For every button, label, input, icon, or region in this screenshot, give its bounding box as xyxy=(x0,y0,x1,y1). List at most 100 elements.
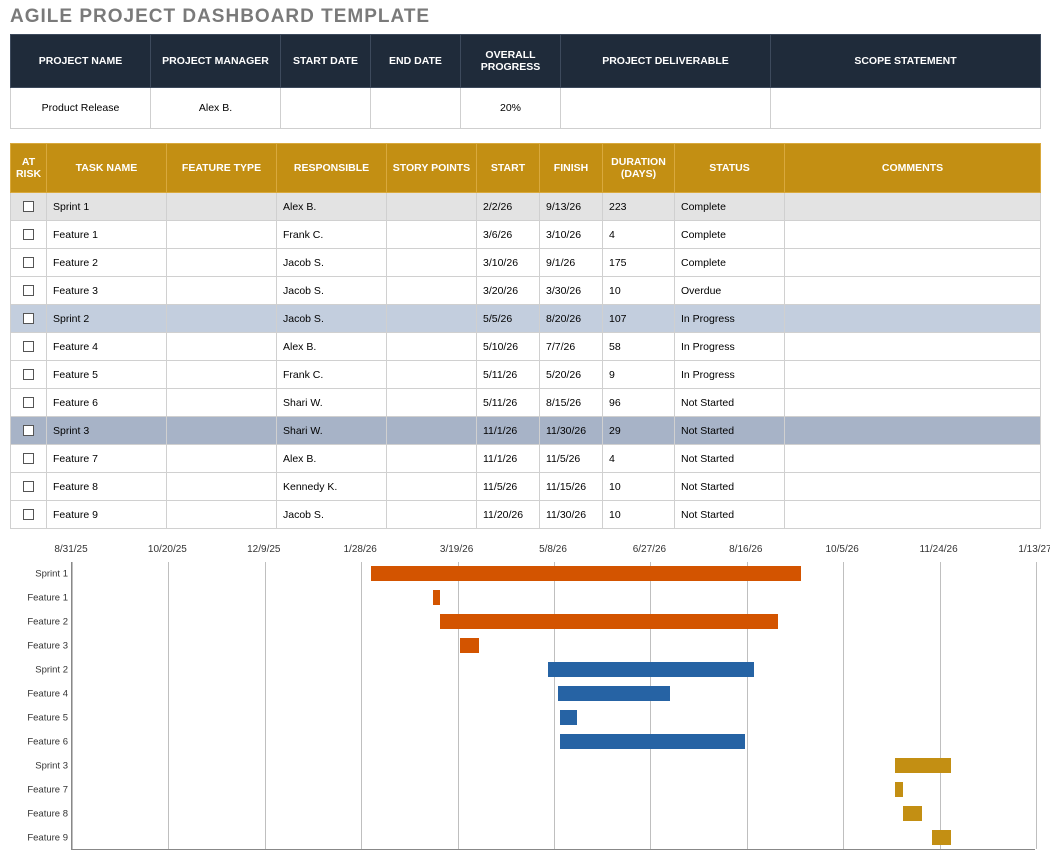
at-risk-checkbox[interactable] xyxy=(23,201,34,212)
tasks-cell xyxy=(11,193,47,221)
tasks-cell xyxy=(785,501,1041,529)
gantt-axis-tick: 10/20/25 xyxy=(148,544,187,555)
tasks-cell: Feature 6 xyxy=(47,389,167,417)
tasks-cell xyxy=(387,501,477,529)
at-risk-checkbox[interactable] xyxy=(23,313,34,324)
tasks-cell: 5/5/26 xyxy=(477,305,540,333)
tasks-cell xyxy=(11,249,47,277)
tasks-cell: 10 xyxy=(603,473,675,501)
tasks-cell: Feature 5 xyxy=(47,361,167,389)
at-risk-checkbox[interactable] xyxy=(23,453,34,464)
tasks-cell: Not Started xyxy=(675,473,785,501)
at-risk-checkbox[interactable] xyxy=(23,285,34,296)
gantt-row-label: Sprint 3 xyxy=(14,761,68,772)
gantt-row: Sprint 2 xyxy=(72,658,1035,682)
tasks-cell: 3/20/26 xyxy=(477,277,540,305)
tasks-cell: In Progress xyxy=(675,333,785,361)
gantt-row: Feature 5 xyxy=(72,706,1035,730)
summary-cell xyxy=(771,88,1041,129)
tasks-cell: 5/20/26 xyxy=(540,361,603,389)
at-risk-checkbox[interactable] xyxy=(23,369,34,380)
tasks-cell: Not Started xyxy=(675,501,785,529)
tasks-cell: 11/30/26 xyxy=(540,417,603,445)
table-row: Feature 9Jacob S.11/20/2611/30/2610Not S… xyxy=(11,501,1041,529)
tasks-cell: Feature 7 xyxy=(47,445,167,473)
tasks-cell: Jacob S. xyxy=(277,305,387,333)
gantt-row-label: Feature 2 xyxy=(14,617,68,628)
tasks-cell: Sprint 1 xyxy=(47,193,167,221)
gantt-chart: 8/31/2510/20/2512/9/251/28/263/19/265/8/… xyxy=(10,543,1040,851)
tasks-cell: Jacob S. xyxy=(277,249,387,277)
tasks-cell: 11/1/26 xyxy=(477,445,540,473)
gantt-axis-tick: 5/8/26 xyxy=(539,544,567,555)
at-risk-checkbox[interactable] xyxy=(23,509,34,520)
at-risk-checkbox[interactable] xyxy=(23,257,34,268)
tasks-cell xyxy=(167,333,277,361)
tasks-cell xyxy=(167,501,277,529)
gantt-bar xyxy=(371,566,801,581)
tasks-cell: 10 xyxy=(603,277,675,305)
gantt-row: Feature 2 xyxy=(72,610,1035,634)
tasks-cell: 175 xyxy=(603,249,675,277)
at-risk-checkbox[interactable] xyxy=(23,481,34,492)
tasks-cell: Feature 9 xyxy=(47,501,167,529)
tasks-cell xyxy=(11,277,47,305)
tasks-cell xyxy=(11,305,47,333)
at-risk-checkbox[interactable] xyxy=(23,229,34,240)
gantt-row-label: Feature 8 xyxy=(14,809,68,820)
tasks-cell: 7/7/26 xyxy=(540,333,603,361)
tasks-cell xyxy=(167,361,277,389)
tasks-cell: 11/5/26 xyxy=(540,445,603,473)
tasks-cell: 9/13/26 xyxy=(540,193,603,221)
table-row: Sprint 1Alex B.2/2/269/13/26223Complete xyxy=(11,193,1041,221)
gantt-axis-tick: 1/13/27 xyxy=(1018,544,1050,555)
tasks-cell: 4 xyxy=(603,445,675,473)
tasks-table: AT RISKTASK NAMEFEATURE TYPERESPONSIBLES… xyxy=(10,143,1041,529)
gantt-bar xyxy=(932,830,951,845)
gantt-axis-tick: 3/19/26 xyxy=(440,544,473,555)
gantt-bar xyxy=(895,758,951,773)
tasks-cell: 3/6/26 xyxy=(477,221,540,249)
tasks-cell xyxy=(387,389,477,417)
tasks-cell: 4 xyxy=(603,221,675,249)
table-row: Feature 2Jacob S.3/10/269/1/26175Complet… xyxy=(11,249,1041,277)
tasks-cell xyxy=(785,249,1041,277)
gantt-axis-tick: 6/27/26 xyxy=(633,544,666,555)
tasks-cell: Feature 1 xyxy=(47,221,167,249)
summary-header: SCOPE STATEMENT xyxy=(771,35,1041,88)
tasks-cell: 2/2/26 xyxy=(477,193,540,221)
tasks-cell: Kennedy K. xyxy=(277,473,387,501)
tasks-cell xyxy=(167,193,277,221)
tasks-cell xyxy=(11,417,47,445)
tasks-cell: Alex B. xyxy=(277,193,387,221)
gantt-row-label: Sprint 2 xyxy=(14,665,68,676)
gantt-bar xyxy=(558,686,670,701)
summary-cell xyxy=(281,88,371,129)
tasks-cell xyxy=(785,305,1041,333)
at-risk-checkbox[interactable] xyxy=(23,341,34,352)
tasks-cell: 5/11/26 xyxy=(477,361,540,389)
table-row: Feature 8Kennedy K.11/5/2611/15/2610Not … xyxy=(11,473,1041,501)
tasks-cell: Alex B. xyxy=(277,333,387,361)
tasks-cell: 9/1/26 xyxy=(540,249,603,277)
gantt-row: Feature 3 xyxy=(72,634,1035,658)
tasks-cell: Shari W. xyxy=(277,389,387,417)
at-risk-checkbox[interactable] xyxy=(23,425,34,436)
tasks-cell: 8/15/26 xyxy=(540,389,603,417)
gantt-bar xyxy=(560,710,577,725)
tasks-cell xyxy=(387,221,477,249)
gantt-row-label: Feature 5 xyxy=(14,713,68,724)
tasks-cell xyxy=(11,501,47,529)
gantt-bar xyxy=(560,734,745,749)
tasks-cell xyxy=(11,221,47,249)
tasks-cell: Complete xyxy=(675,249,785,277)
tasks-cell: 96 xyxy=(603,389,675,417)
tasks-cell xyxy=(785,333,1041,361)
tasks-cell xyxy=(167,473,277,501)
summary-cell xyxy=(371,88,461,129)
tasks-header: STATUS xyxy=(675,144,785,193)
gantt-bar xyxy=(895,782,903,797)
tasks-cell: 107 xyxy=(603,305,675,333)
at-risk-checkbox[interactable] xyxy=(23,397,34,408)
tasks-cell xyxy=(387,473,477,501)
